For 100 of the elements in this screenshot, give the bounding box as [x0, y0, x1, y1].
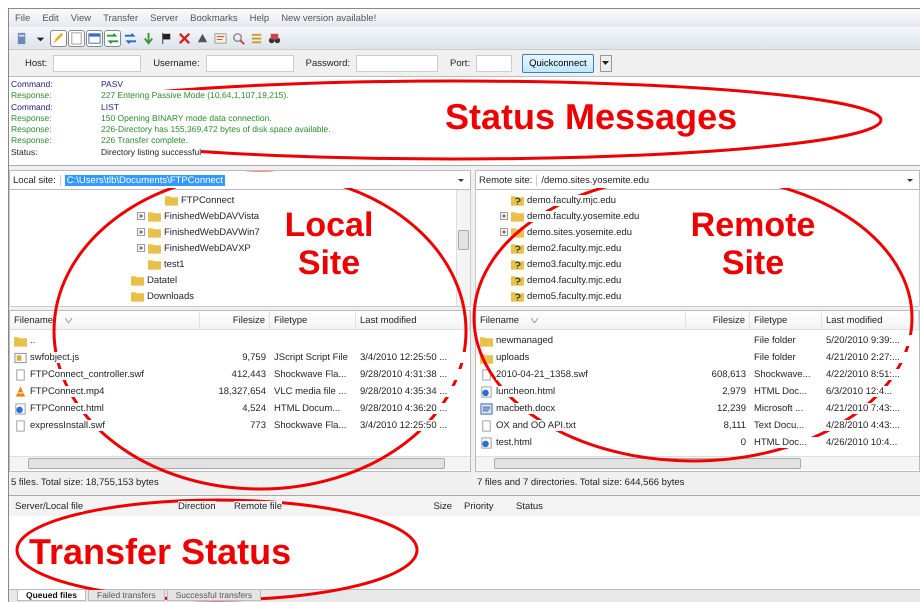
column-header[interactable]: Size: [434, 500, 452, 512]
arrows-icon[interactable]: [105, 30, 120, 46]
column-header[interactable]: Remote file: [234, 500, 282, 512]
file-name[interactable]: swfobject.js: [30, 352, 80, 363]
menu-item[interactable]: Transfer: [103, 12, 138, 24]
file-name[interactable]: macbeth.docx: [496, 403, 556, 414]
tree-item[interactable]: demo2.faculty.mjc.edu: [527, 242, 622, 254]
tree-item[interactable]: Downloads: [147, 290, 194, 302]
menu-item[interactable]: Edit: [42, 12, 59, 24]
tree-item[interactable]: FTPConnect: [181, 194, 234, 206]
field-label: Password:: [306, 58, 350, 68]
cone-icon: [14, 386, 27, 398]
question-folder-icon: [511, 242, 524, 254]
menu-item[interactable]: Bookmarks: [190, 12, 238, 24]
field-label: Host:: [25, 58, 48, 68]
tree-item[interactable]: demo.faculty.yosemite.edu: [527, 210, 640, 222]
question-folder-icon: [511, 290, 524, 302]
script-icon: [14, 352, 27, 364]
folder-icon: [131, 274, 144, 286]
folder-icon: [480, 334, 493, 346]
input-field[interactable]: [476, 54, 512, 72]
tab[interactable]: Queued files: [17, 590, 86, 601]
column-header[interactable]: Status: [516, 500, 543, 512]
file-name[interactable]: 2010-04-21_1358.swf: [496, 369, 588, 380]
tree-item[interactable]: test1: [164, 258, 185, 270]
folder-icon: [148, 210, 161, 222]
column-header[interactable]: Filename: [14, 314, 54, 326]
tree-item[interactable]: FinishedWebDAVVista: [164, 210, 260, 222]
expand-icon[interactable]: [500, 212, 508, 220]
log-label: Response:: [11, 135, 101, 147]
tab[interactable]: Failed transfers: [88, 590, 165, 601]
column-header[interactable]: Filesize: [686, 311, 750, 329]
log-label: Response:: [11, 90, 101, 102]
file-name[interactable]: FTPConnect.html: [30, 403, 104, 414]
window-icon[interactable]: [87, 30, 102, 46]
question-folder-icon: [511, 274, 524, 286]
document-icon[interactable]: [69, 30, 84, 46]
column-header[interactable]: Filetype: [750, 311, 822, 329]
menu-item[interactable]: Help: [250, 12, 270, 24]
arrows-icon[interactable]: [123, 30, 138, 46]
folder-icon: [148, 258, 161, 270]
column-header[interactable]: Filesize: [200, 311, 270, 329]
file-name[interactable]: uploads: [496, 352, 530, 363]
file-name[interactable]: newmanaged: [496, 335, 554, 346]
document-icon: [480, 402, 493, 414]
column-header[interactable]: Filetype: [270, 311, 356, 329]
field-label: Port:: [450, 58, 470, 68]
web-page-icon: [480, 386, 493, 398]
folder-icon: [148, 242, 161, 254]
scrollbar[interactable]: [476, 456, 919, 470]
search-icon[interactable]: [231, 30, 246, 46]
tree-item[interactable]: demo5.faculty.mjc.edu: [527, 290, 622, 302]
folder-icon: [165, 194, 178, 206]
dropdown-button[interactable]: [600, 54, 612, 72]
menu-item[interactable]: File: [15, 12, 30, 24]
menu-item[interactable]: New version available!: [281, 12, 376, 24]
expand-icon[interactable]: [137, 212, 145, 220]
tree-item[interactable]: FinishedWebDAVXP: [164, 242, 251, 254]
scrollbar[interactable]: [10, 456, 470, 470]
input-field[interactable]: [53, 54, 142, 72]
file-name[interactable]: test.html: [496, 437, 532, 448]
file-name[interactable]: FTPConnect_controller.swf: [30, 369, 144, 380]
column-header[interactable]: Filename: [480, 314, 520, 326]
file-name[interactable]: FTPConnect.mp4: [30, 386, 104, 397]
tree-item[interactable]: Datatel: [147, 274, 178, 286]
cancel-icon[interactable]: [177, 30, 192, 46]
status-text: 5 files. Total size: 18,755,153 bytes: [11, 476, 159, 488]
file-name[interactable]: OX and OO API.txt: [496, 420, 576, 431]
menu-item[interactable]: View: [70, 12, 92, 24]
question-folder-icon: [511, 258, 524, 270]
column-header[interactable]: Priority: [464, 500, 494, 512]
input-field[interactable]: [356, 54, 438, 72]
column-header[interactable]: Last modified: [356, 311, 470, 329]
column-header[interactable]: Last modified: [822, 311, 919, 329]
input-field[interactable]: [206, 54, 294, 72]
expand-icon[interactable]: [137, 228, 145, 236]
tree-item[interactable]: demo3.faculty.mjc.edu: [527, 258, 622, 270]
expand-icon[interactable]: [500, 228, 508, 236]
sort-icon: [531, 318, 538, 322]
tree-item[interactable]: demo4.faculty.mjc.edu: [527, 274, 622, 286]
file-icon: [14, 420, 27, 432]
quickconnect-button[interactable]: Quickconnect: [522, 54, 594, 72]
field-label: Username:: [153, 58, 200, 68]
tree-item[interactable]: demo.faculty.mjc.edu: [527, 194, 616, 206]
tree-item[interactable]: FinishedWebDAVWin7: [164, 226, 260, 238]
annotation-label: Remote Site: [690, 206, 816, 282]
file-name[interactable]: expressInstall.swf: [30, 420, 105, 431]
folder-icon: [148, 226, 161, 238]
folder-icon: [14, 334, 27, 346]
tree-item[interactable]: demo.sites.yosemite.edu: [527, 226, 632, 238]
file-name[interactable]: luncheon.html: [496, 386, 556, 397]
menu-item[interactable]: Server: [150, 12, 178, 24]
scrollbar[interactable]: [456, 190, 470, 306]
column-header[interactable]: Server/Local file: [15, 500, 84, 512]
column-header[interactable]: Direction: [178, 500, 216, 512]
file-icon: [480, 420, 493, 432]
expand-icon[interactable]: [137, 244, 145, 252]
folder-icon: [131, 290, 144, 302]
log-message: 226-Directory has 155,369,472 bytes of disk space available.: [101, 124, 331, 136]
tab[interactable]: Successful transfers: [166, 590, 262, 601]
